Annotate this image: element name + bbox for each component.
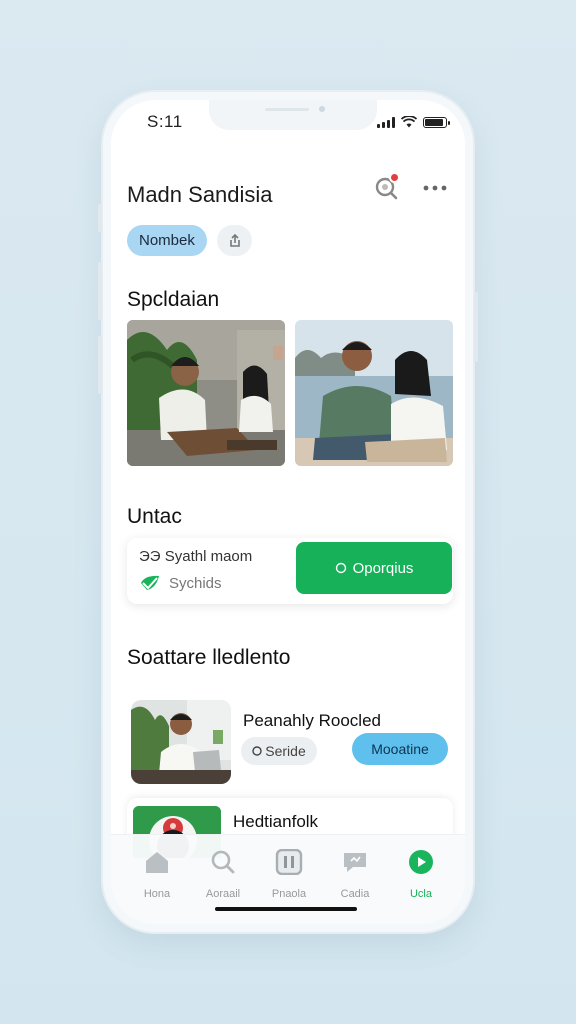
man-laptop-photo (131, 700, 231, 784)
list-item-thumbnail[interactable] (131, 700, 231, 784)
share-chip[interactable] (217, 225, 252, 256)
tab-chat[interactable]: Cadia (325, 849, 385, 900)
photo-card-1[interactable] (127, 320, 285, 466)
tab-play[interactable]: Ucla (391, 849, 451, 900)
info-line-1-text: Syathl maom (164, 548, 253, 565)
volume-down-button (98, 336, 102, 394)
status-time: S:11 (147, 112, 183, 131)
more-button[interactable] (421, 176, 449, 200)
section-title-photos: Spcldaian (127, 288, 220, 311)
status-icons (377, 116, 450, 128)
home-indicator[interactable] (215, 907, 357, 911)
info-line-1: ЭЭ Syathl maom (139, 548, 252, 565)
options-button-label: Oporqius (352, 559, 414, 577)
section-title-list: Soattare lledlento (127, 646, 291, 669)
target-icon (252, 746, 262, 756)
tab-bar: Hona Aoraail Pnaola Cadia Ucla (111, 834, 465, 924)
tag-chip-label: Seride (265, 743, 306, 759)
tab-chat-label: Cadia (340, 888, 370, 900)
couple-photo-2 (295, 320, 453, 466)
share-icon (229, 233, 240, 247)
info-line-1-prefix: ЭЭ (139, 548, 161, 565)
volume-up-button (98, 262, 102, 320)
list-item-2-title: Hedtianfolk (233, 812, 319, 831)
search-icon (211, 850, 235, 874)
wifi-icon (401, 116, 417, 128)
signal-icon (377, 116, 395, 128)
mute-switch (98, 204, 102, 232)
list-item-title: Peanahly Roocled (243, 711, 381, 730)
more-icon (423, 185, 447, 191)
tab-home-label: Hona (143, 888, 171, 900)
home-icon (146, 852, 168, 873)
info-card: ЭЭ Syathl maom Sychids Oporqius (127, 538, 453, 604)
tag-chip[interactable]: Seride (241, 737, 317, 765)
tab-grid-label: Pnaola (271, 888, 307, 900)
page-title: Madn Sandisia (127, 182, 273, 207)
notch (209, 100, 377, 130)
tab-search-label: Aoraail (205, 888, 241, 900)
phone-frame: S:11 Madn Sandisia Nombek Spcldaian Unta… (98, 92, 478, 932)
action-chip[interactable]: Mooatine (352, 733, 448, 765)
check-icon (335, 562, 346, 574)
chat-icon (344, 853, 366, 872)
power-button (474, 292, 478, 362)
search-button[interactable] (373, 172, 401, 202)
grid-icon (275, 848, 303, 876)
info-line-2-text: Sychids (169, 574, 222, 592)
app-screen: S:11 Madn Sandisia Nombek Spcldaian Unta… (111, 100, 465, 924)
tab-home[interactable]: Hona (127, 849, 187, 900)
tab-grid[interactable]: Pnaola (259, 848, 319, 900)
section-title-info: Untac (127, 505, 182, 528)
battery-icon (423, 116, 450, 128)
notification-badge (389, 172, 400, 183)
couple-photo-1 (127, 320, 285, 466)
info-line-2: Sychids (139, 574, 222, 592)
tab-search[interactable]: Aoraail (193, 849, 253, 900)
options-button[interactable]: Oporqius (296, 542, 452, 594)
tab-play-label: Ucla (409, 888, 432, 900)
play-icon (409, 850, 433, 874)
photo-card-2[interactable] (295, 320, 453, 466)
check-leaf-icon (141, 575, 159, 590)
filter-pill-active[interactable]: Nombek (127, 225, 207, 256)
